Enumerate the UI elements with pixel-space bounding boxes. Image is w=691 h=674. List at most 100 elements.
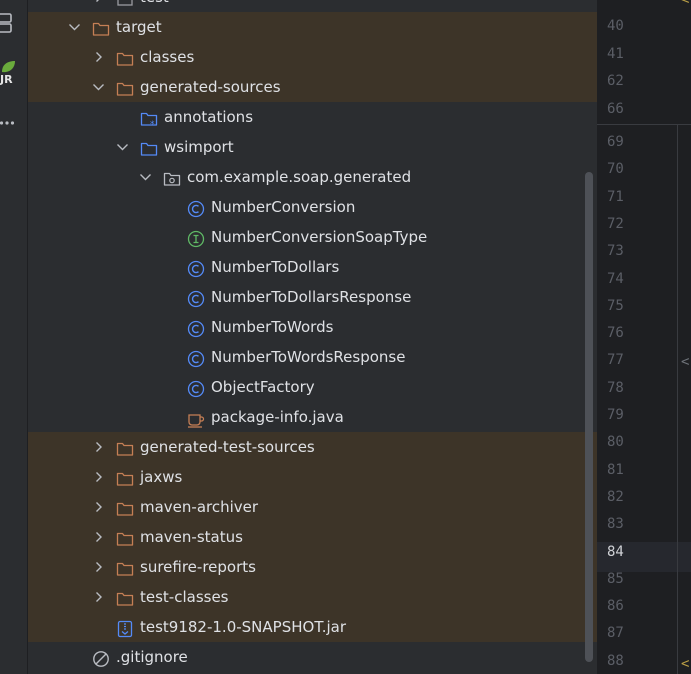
tree-item[interactable]: generated-sources — [28, 72, 597, 102]
line-number: 86 — [607, 598, 624, 615]
line-number: 76 — [607, 325, 624, 342]
tree-item[interactable]: com.example.soap.generated — [28, 162, 597, 192]
tree-item[interactable]: surefire-reports — [28, 552, 597, 582]
plugin-badge: JR — [0, 73, 13, 86]
tree-item-label: NumberToWordsResponse — [211, 348, 406, 366]
editor-bracket-2: < — [681, 354, 690, 370]
tree-item[interactable]: NumberToWordsResponse — [28, 342, 597, 372]
tree-item-label: surefire-reports — [140, 558, 256, 576]
folder-icon — [116, 468, 134, 486]
tree-item[interactable]: package-info.java — [28, 402, 597, 432]
tree-item[interactable]: test — [28, 0, 597, 12]
tree-item[interactable]: ObjectFactory — [28, 372, 597, 402]
tree-item[interactable]: test9182-1.0-SNAPSHOT.jar — [28, 612, 597, 642]
spring-plugin-icon[interactable]: JR — [0, 60, 20, 90]
tree-item-label: maven-status — [140, 528, 243, 546]
svg-text:*: * — [150, 120, 155, 128]
line-number: 72 — [607, 215, 624, 232]
tree-scrollbar[interactable] — [585, 172, 593, 662]
tree-item-label: NumberToWords — [211, 318, 334, 336]
line-number: 69 — [607, 134, 624, 150]
interface-icon — [187, 228, 205, 248]
tree-item-label: generated-test-sources — [140, 438, 315, 456]
chevron-right-icon[interactable] — [92, 492, 106, 522]
editor-bracket-1: < — [681, 0, 690, 8]
line-number: 82 — [607, 488, 624, 505]
folder-icon — [116, 0, 134, 6]
tree-item-label: jaxws — [140, 468, 183, 486]
chevron-right-icon[interactable] — [92, 432, 106, 462]
line-number: 85 — [607, 570, 624, 587]
package-icon — [163, 168, 181, 186]
tree-item-label: NumberToDollars — [211, 258, 340, 276]
tree-item[interactable]: wsimport — [28, 132, 597, 162]
line-number: 70 — [607, 161, 624, 178]
class-icon — [187, 198, 205, 218]
tree-item-label: com.example.soap.generated — [187, 168, 412, 186]
java-file-icon — [187, 408, 205, 428]
editor-gutter: 1 40 41 62 66 69 70 71 72 73 74 75 76 77 78 79 80 81 82 83… — [597, 0, 691, 674]
folder-icon — [116, 498, 134, 516]
tree-item-label: test — [140, 0, 169, 12]
line-number: 78 — [607, 379, 624, 396]
tree-item-label: maven-archiver — [140, 498, 259, 516]
line-number: 71 — [607, 188, 624, 205]
tree-item[interactable]: jaxws — [28, 462, 597, 492]
tree-item[interactable]: NumberToWords — [28, 312, 597, 342]
tree-item-label: NumberToDollarsResponse — [211, 288, 412, 306]
tree-item[interactable]: .gitignore — [28, 642, 597, 672]
line-number: 84 — [607, 543, 624, 560]
tree-item-label: annotations — [164, 108, 254, 126]
tree-item[interactable]: NumberConversion — [28, 192, 597, 222]
folder-icon — [116, 558, 134, 576]
line-number: 81 — [607, 461, 624, 478]
source-folder-icon — [140, 138, 158, 156]
tree-item[interactable]: maven-status — [28, 522, 597, 552]
line-number: 1 — [607, 0, 615, 4]
folder-icon — [116, 528, 134, 546]
tree-item[interactable]: NumberToDollarsResponse — [28, 282, 597, 312]
chevron-right-icon[interactable] — [92, 42, 106, 72]
class-icon — [187, 318, 205, 338]
line-number: 87 — [607, 625, 624, 642]
chevron-right-icon[interactable] — [92, 522, 106, 552]
tree-item[interactable]: NumberToDollars — [28, 252, 597, 282]
structure-icon[interactable] — [0, 8, 14, 38]
tree-item-label: test9182-1.0-SNAPSHOT.jar — [140, 618, 346, 636]
line-number: 62 — [607, 73, 624, 89]
folder-icon — [116, 588, 134, 606]
chevron-right-icon[interactable] — [92, 582, 106, 612]
class-icon — [187, 288, 205, 308]
tree-item[interactable]: classes — [28, 42, 597, 72]
chevron-down-icon[interactable] — [116, 132, 130, 162]
tree-item[interactable]: test-classes — [28, 582, 597, 612]
more-icon[interactable] — [0, 118, 14, 128]
line-number: 74 — [607, 270, 624, 287]
class-icon — [187, 348, 205, 368]
chevron-down-icon[interactable] — [139, 162, 153, 192]
line-number: 66 — [607, 101, 624, 117]
chevron-right-icon[interactable] — [92, 0, 106, 12]
line-number: 40 — [607, 18, 624, 34]
tree-item[interactable]: * annotations — [28, 102, 597, 132]
tree-item-label: wsimport — [164, 138, 234, 156]
chevron-right-icon[interactable] — [92, 552, 106, 582]
folder-icon — [116, 48, 134, 66]
tree-item[interactable]: target — [28, 12, 597, 42]
tree-item-label: ObjectFactory — [211, 378, 315, 396]
chevron-down-icon[interactable] — [92, 72, 106, 102]
tree-item-label: NumberConversion — [211, 198, 356, 216]
tool-window-strip: JR — [0, 0, 28, 674]
chevron-right-icon[interactable] — [92, 462, 106, 492]
line-number: 77 — [607, 352, 624, 369]
generated-source-folder-icon: * — [140, 108, 158, 130]
line-number: 41 — [607, 46, 624, 62]
line-number: 75 — [607, 297, 624, 314]
tree-item-label: generated-sources — [140, 78, 281, 96]
tree-item[interactable]: NumberConversionSoapType — [28, 222, 597, 252]
chevron-down-icon[interactable] — [68, 12, 82, 42]
tree-item[interactable]: maven-archiver — [28, 492, 597, 522]
project-tree[interactable]: test target classes generated-sources * annot… — [28, 0, 597, 674]
tree-item[interactable]: generated-test-sources — [28, 432, 597, 462]
folder-icon — [116, 78, 134, 96]
